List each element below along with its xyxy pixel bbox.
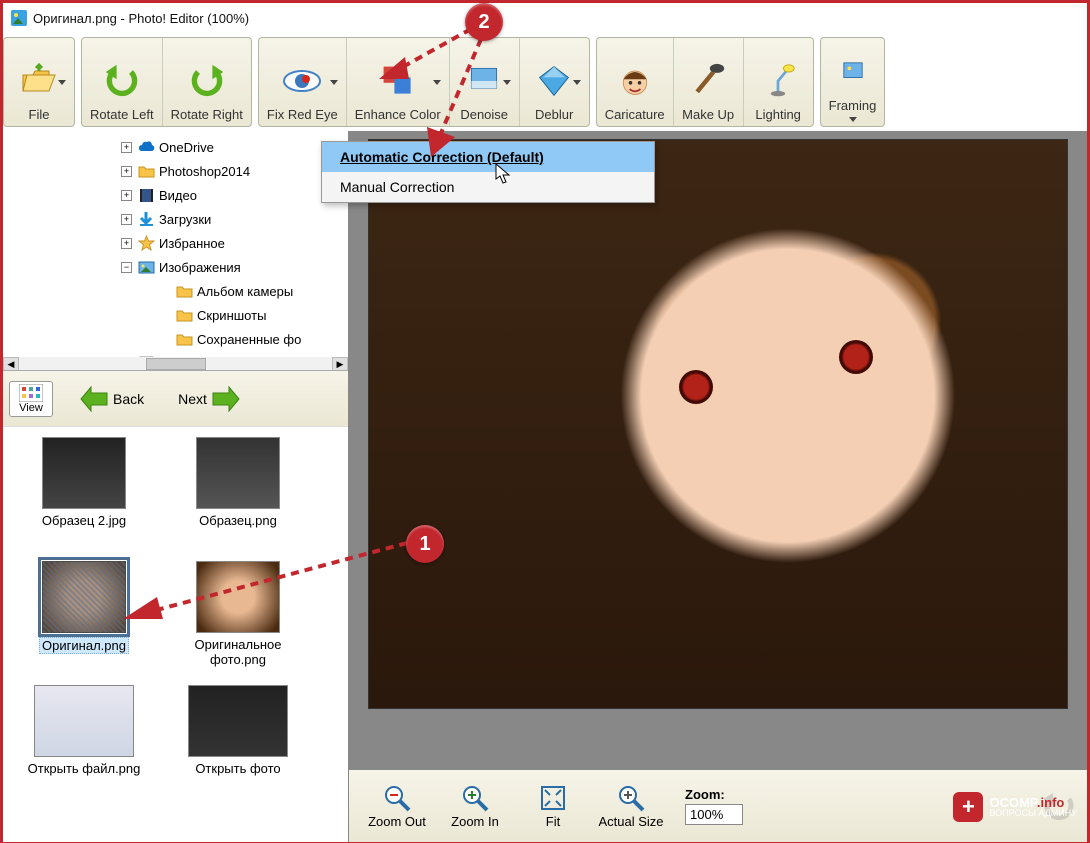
tree-item-screenshots[interactable]: Скриншоты — [153, 303, 348, 327]
deblur-button[interactable]: Deblur — [519, 38, 589, 126]
tree-item-video[interactable]: + Видео — [115, 183, 348, 207]
cloud-icon — [138, 139, 155, 156]
grid-icon — [19, 384, 43, 402]
app-icon — [11, 10, 27, 26]
view-mode-button[interactable]: View — [9, 381, 53, 417]
tree-item-favorites[interactable]: + Избранное — [115, 231, 348, 255]
zoom-out-icon — [383, 784, 411, 812]
fix-red-eye-menu: Automatic Correction (Default) Manual Co… — [321, 141, 655, 203]
annotation-badge-2: 2 — [465, 3, 503, 41]
chevron-down-icon — [573, 80, 581, 85]
make-up-button[interactable]: Make Up — [673, 38, 743, 126]
tree-expand-icon[interactable]: + — [121, 142, 132, 153]
tree-expand-icon[interactable]: + — [121, 214, 132, 225]
canvas-area[interactable] — [349, 131, 1087, 770]
framing-button[interactable]: Framing — [821, 38, 885, 126]
next-button[interactable]: Next — [178, 385, 241, 413]
tree-expand-icon[interactable]: + — [121, 238, 132, 249]
tree-item-camera-album[interactable]: Альбом камеры — [153, 279, 348, 303]
download-icon — [138, 211, 155, 228]
thumbnail-item[interactable]: Образец 2.jpg — [9, 433, 159, 553]
main-toolbar: File Rotate Left Rotate Right — [3, 33, 1087, 131]
folder-icon — [176, 307, 193, 324]
eye-icon — [282, 66, 322, 96]
folder-icon — [176, 283, 193, 300]
face-icon — [617, 63, 653, 99]
thumbnail-item[interactable]: Образец.png — [163, 433, 313, 553]
left-panel: + OneDrive + Photoshop2014 + Видео + — [3, 131, 349, 842]
preview-panel: Zoom Out Zoom In Fit — [349, 131, 1087, 842]
fit-icon — [539, 784, 567, 812]
cursor-icon — [495, 163, 513, 185]
chevron-down-icon — [503, 80, 511, 85]
tree-collapse-icon[interactable]: − — [121, 262, 132, 273]
diamond-icon — [536, 63, 572, 99]
tree-item-onedrive[interactable]: + OneDrive — [115, 135, 348, 159]
tree-item-saved-photos[interactable]: Сохраненные фо — [153, 327, 348, 351]
rotate-right-button[interactable]: Rotate Right — [162, 38, 251, 126]
red-eye-marker — [839, 340, 873, 374]
folder-tree[interactable]: + OneDrive + Photoshop2014 + Видео + — [3, 131, 348, 357]
watermark: + OCOMP.info ВОПРОСЫ АДМИНУ — [953, 792, 1077, 822]
red-eye-marker — [679, 370, 713, 404]
star-icon — [138, 235, 155, 252]
framing-icon — [842, 61, 864, 83]
tree-expand-icon[interactable]: + — [121, 166, 132, 177]
file-button[interactable]: File — [4, 38, 74, 126]
fix-red-eye-button[interactable]: Fix Red Eye — [259, 38, 346, 126]
caricature-button[interactable]: Caricature — [597, 38, 673, 126]
tree-item-photoshop[interactable]: + Photoshop2014 — [115, 159, 348, 183]
thumbnail-grid[interactable]: Образец 2.jpg Образец.png Оригинал.png О… — [3, 427, 348, 842]
enhance-color-button[interactable]: Enhance Color — [346, 38, 449, 126]
annotation-badge-1: 1 — [406, 525, 444, 563]
folder-open-icon — [19, 61, 59, 101]
rotate-right-icon — [189, 63, 225, 99]
denoise-icon — [466, 63, 502, 99]
scroll-left-button[interactable]: ◀ — [3, 357, 19, 371]
actual-size-button[interactable]: Actual Size — [595, 784, 667, 829]
titlebar: Оригинал.png - Photo! Editor (100%) — [3, 3, 1087, 33]
lighting-button[interactable]: Lighting — [743, 38, 813, 126]
tree-scrollbar-horizontal[interactable]: ◀ ▶ — [3, 357, 348, 371]
chevron-down-icon — [330, 80, 338, 85]
thumbnail-item[interactable]: Оригинальное фото.png — [163, 557, 313, 677]
tree-item-images[interactable]: − Изображения — [115, 255, 348, 279]
menu-item-manual-correction[interactable]: Manual Correction — [322, 172, 654, 202]
zoom-in-button[interactable]: Zoom In — [439, 784, 511, 829]
chevron-down-icon — [58, 80, 66, 85]
tree-item-downloads[interactable]: + Загрузки — [115, 207, 348, 231]
folder-icon — [138, 163, 155, 180]
lamp-icon — [760, 63, 796, 99]
chevron-down-icon — [849, 117, 857, 122]
film-icon — [138, 187, 155, 204]
enhance-color-icon — [380, 63, 416, 99]
denoise-button[interactable]: Denoise — [449, 38, 519, 126]
thumbnail-item[interactable]: Открыть фото — [163, 681, 313, 801]
thumbnail-item-selected[interactable]: Оригинал.png — [9, 557, 159, 677]
arrow-right-icon — [211, 385, 241, 413]
chevron-down-icon — [433, 80, 441, 85]
brush-icon — [690, 63, 726, 99]
scrollbar-thumb[interactable] — [146, 358, 206, 370]
menu-item-auto-correction[interactable]: Automatic Correction (Default) — [322, 142, 654, 172]
folder-icon — [176, 331, 193, 348]
rotate-left-button[interactable]: Rotate Left — [82, 38, 162, 126]
image-icon — [138, 259, 155, 276]
watermark-plus-icon: + — [953, 792, 983, 822]
tree-expand-icon[interactable]: + — [121, 190, 132, 201]
scroll-right-button[interactable]: ▶ — [332, 357, 348, 371]
actual-size-icon — [617, 784, 645, 812]
back-button[interactable]: Back — [79, 385, 144, 413]
rotate-left-icon — [104, 63, 140, 99]
zoom-in-icon — [461, 784, 489, 812]
window-title: Оригинал.png - Photo! Editor (100%) — [33, 11, 249, 26]
zoom-input[interactable] — [685, 804, 743, 825]
fit-button[interactable]: Fit — [517, 784, 589, 829]
thumbnail-navbar: View Back Next — [3, 371, 348, 427]
arrow-left-icon — [79, 385, 109, 413]
zoom-label: Zoom: — [685, 787, 743, 802]
zoom-out-button[interactable]: Zoom Out — [361, 784, 433, 829]
preview-image — [368, 139, 1068, 709]
thumbnail-item[interactable]: Открыть файл.png — [9, 681, 159, 801]
